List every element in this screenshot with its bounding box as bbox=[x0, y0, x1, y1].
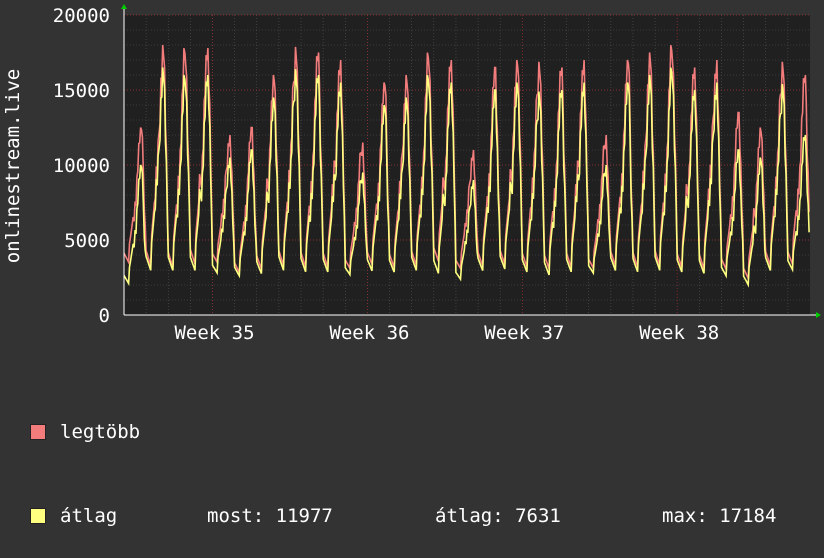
x-tick-label: Week 36 bbox=[329, 322, 409, 344]
y-tick-label: 10000 bbox=[53, 155, 110, 177]
legend: legtöbb átlag most: 11977 átlag: 7631 ma… bbox=[30, 362, 810, 558]
legend-label-avg: átlag bbox=[60, 505, 118, 527]
x-tick-label: Week 35 bbox=[174, 322, 254, 344]
y-tick-label: 20000 bbox=[53, 5, 110, 27]
y-axis-arrow-icon bbox=[121, 4, 127, 9]
legend-row-max: legtöbb bbox=[30, 418, 810, 446]
legend-label-max: legtöbb bbox=[60, 421, 141, 443]
legend-swatch-max bbox=[30, 424, 46, 440]
y-tick-label: 15000 bbox=[53, 80, 110, 102]
y-axis-label: onlinestream.live bbox=[2, 69, 24, 263]
y-tick-label: 5000 bbox=[64, 230, 110, 252]
stat-most: most: 11977 bbox=[207, 505, 333, 527]
y-tick-label: 0 bbox=[99, 305, 110, 327]
legend-row-avg: átlag most: 11977 átlag: 7631 max: 17184 bbox=[30, 502, 810, 530]
legend-swatch-avg bbox=[30, 508, 46, 524]
x-tick-label: Week 38 bbox=[639, 322, 719, 344]
x-axis-arrow-icon bbox=[816, 312, 821, 318]
stat-average: átlag: 7631 bbox=[435, 505, 561, 527]
stat-max: max: 17184 bbox=[662, 505, 777, 527]
x-tick-label: Week 37 bbox=[484, 322, 564, 344]
